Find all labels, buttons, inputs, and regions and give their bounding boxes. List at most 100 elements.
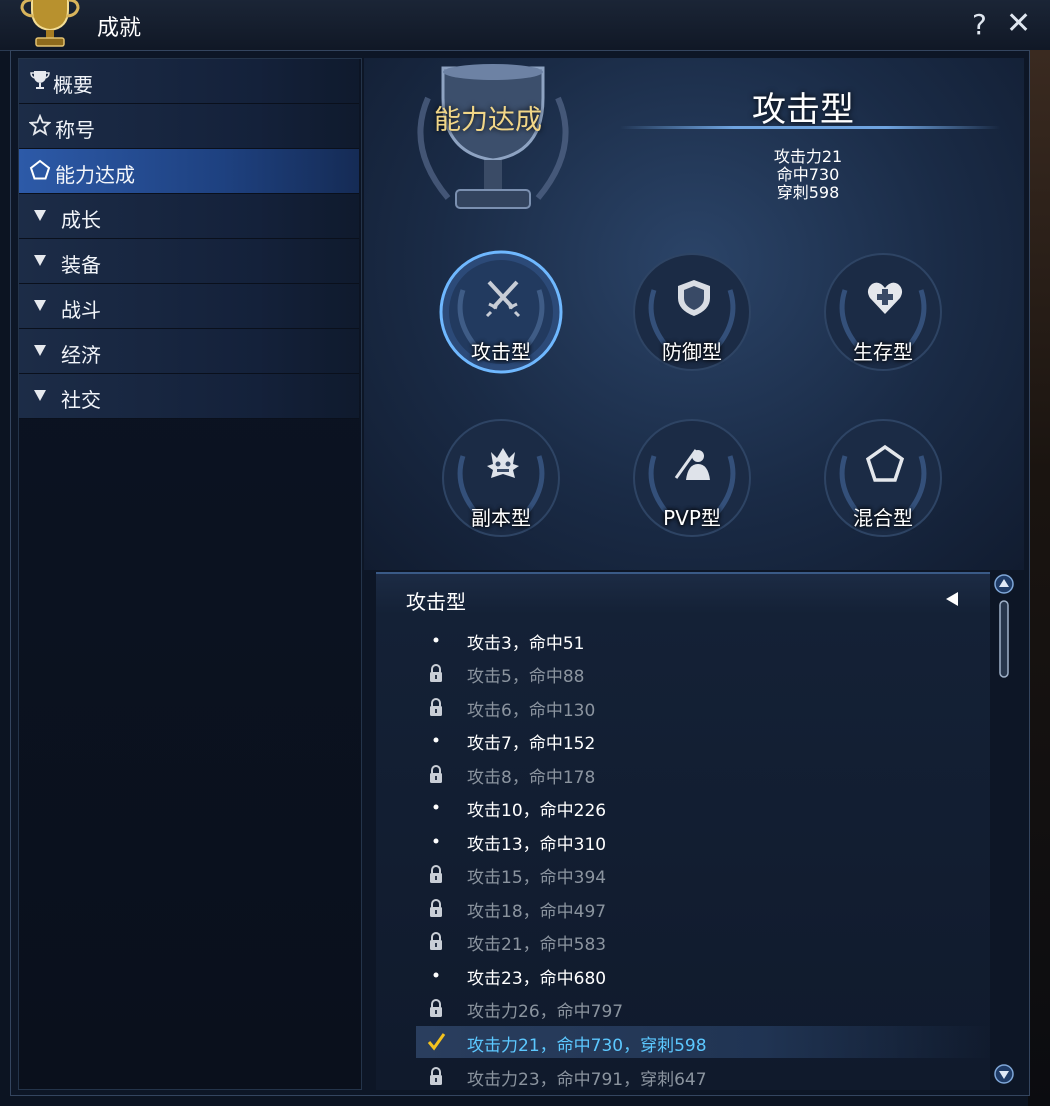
list-item-text: 攻击8，命中178 [467,768,596,788]
bullet-icon [433,804,439,810]
sidebar-item-label: 概要 [53,73,93,97]
list-item-text: 攻击6，命中130 [467,701,596,721]
stat-attack: 攻击力21 [773,147,843,166]
list-item[interactable]: 攻击10，命中226 [416,791,992,823]
lock-icon [430,999,442,1017]
title-divider [620,126,1000,129]
stat-accuracy: 命中730 [776,165,840,184]
triangle-down-icon [34,390,46,401]
list-item[interactable]: 攻击21，命中583 [416,925,992,957]
list-item-text: 攻击力21，命中730，穿刺598 [467,1036,707,1056]
list-item-text: 攻击3，命中51 [467,634,585,654]
stat-pierce: 穿刺598 [776,183,840,202]
list-item[interactable]: 攻击3，命中51 [416,624,992,656]
sidebar-item-overview[interactable]: 概要 [19,59,359,104]
sidebar-item-equipment[interactable]: 装备 [19,239,359,284]
category-survival[interactable]: 生存型 [821,250,945,374]
lock-icon [430,899,442,917]
collapse-arrow-icon[interactable] [942,590,960,608]
list-item-text: 攻击7，命中152 [467,734,596,754]
sidebar-item-label: 装备 [61,253,101,277]
category-label: 副本型 [471,506,531,530]
category-label: 生存型 [853,340,913,364]
pentagon-icon [865,444,905,482]
heart-plus-icon [867,282,903,314]
list-item-text: 攻击力26，命中797 [467,1002,624,1022]
category-attack[interactable]: 攻击型 [439,250,563,374]
sidebar-item-label: 称号 [55,118,95,142]
list-item-text: 攻击23，命中680 [467,969,607,989]
list-item-text: 攻击18，命中497 [467,902,607,922]
big-trophy-icon [417,64,569,209]
crossed-swords-icon [485,280,521,318]
sidebar-item-combat[interactable]: 战斗 [19,284,359,329]
sidebar-item-ability[interactable]: 能力达成 [19,149,359,194]
lock-icon [430,698,442,716]
list-item[interactable]: 攻击力26，命中797 [416,992,992,1024]
triangle-down-icon [34,210,46,221]
title-bar: 成就 ? ✕ [0,0,1050,51]
sidebar-item-growth[interactable]: 成长 [19,194,359,239]
lock-icon [430,664,442,682]
scroll-down-icon[interactable] [994,1064,1014,1084]
bullet-icon [433,637,439,643]
list-item-text: 攻击10，命中226 [467,801,607,821]
sidebar-item-title[interactable]: 称号 [19,104,359,149]
shield-icon [678,280,710,316]
list-item[interactable]: 攻击力23，命中791，穿刺647 [416,1060,992,1092]
list-item[interactable]: 攻击5，命中88 [416,657,992,689]
lock-icon [430,1067,442,1085]
help-button[interactable]: ? [972,8,987,41]
lock-icon [430,865,442,883]
window-title: 成就 [97,16,142,41]
sidebar-item-label: 战斗 [61,298,101,322]
sidebar-item-label: 经济 [61,343,101,367]
list-item[interactable]: 攻击8，命中178 [416,758,992,790]
category-label: 混合型 [853,506,913,530]
list-item[interactable]: 攻击6，命中130 [416,691,992,723]
sidebar-item-economy[interactable]: 经济 [19,329,359,374]
triangle-down-icon [34,255,46,266]
sidebar: 概要 称号 能力达成 成长 装备 战斗 经济 社交 [18,58,362,1090]
checkmark-icon [427,1033,446,1051]
list-item-text: 攻击21，命中583 [467,935,607,955]
section-title: 能力达成 [434,105,542,136]
sidebar-item-label: 能力达成 [55,163,135,187]
list-item[interactable]: 攻击7，命中152 [416,724,992,756]
lock-icon [430,932,442,950]
scrollbar-thumb[interactable] [997,600,1011,678]
pentagon-icon [29,159,51,180]
category-label: 攻击型 [471,340,531,364]
triangle-down-icon [34,345,46,356]
list-item[interactable]: 攻击18，命中497 [416,892,992,924]
sidebar-item-social[interactable]: 社交 [19,374,359,419]
list-item-text: 攻击力23，命中791，穿刺647 [467,1070,707,1090]
list-item[interactable]: 攻击15，命中394 [416,858,992,890]
triangle-down-icon [34,300,46,311]
category-hybrid[interactable]: 混合型 [821,416,945,540]
lock-icon [430,765,442,783]
sidebar-item-label: 社交 [61,388,101,412]
background-scenery [1028,50,1050,1106]
list-item-text: 攻击15，命中394 [467,868,607,888]
list-item[interactable]: 攻击13，命中310 [416,825,992,857]
trophy-icon [20,0,80,47]
list-item-text: 攻击5，命中88 [467,667,585,687]
category-label: PVP型 [663,506,721,530]
list-item[interactable]: 攻击23，命中680 [416,959,992,991]
trophy-icon [30,71,50,89]
list-item-selected[interactable]: 攻击力21，命中730，穿刺598 [416,1026,992,1058]
monster-icon [487,448,519,478]
category-pvp[interactable]: PVP型 [630,416,754,540]
pvp-fighter-icon [674,449,710,480]
close-button[interactable]: ✕ [1006,6,1031,41]
type-title: 攻击型 [752,90,854,130]
bullet-icon [433,838,439,844]
list-item-text: 攻击13，命中310 [467,835,607,855]
bullet-icon [433,737,439,743]
star-icon [29,114,51,136]
category-defense[interactable]: 防御型 [630,250,754,374]
sidebar-item-label: 成长 [61,208,101,232]
category-dungeon[interactable]: 副本型 [439,416,563,540]
scroll-up-icon[interactable] [994,574,1014,594]
